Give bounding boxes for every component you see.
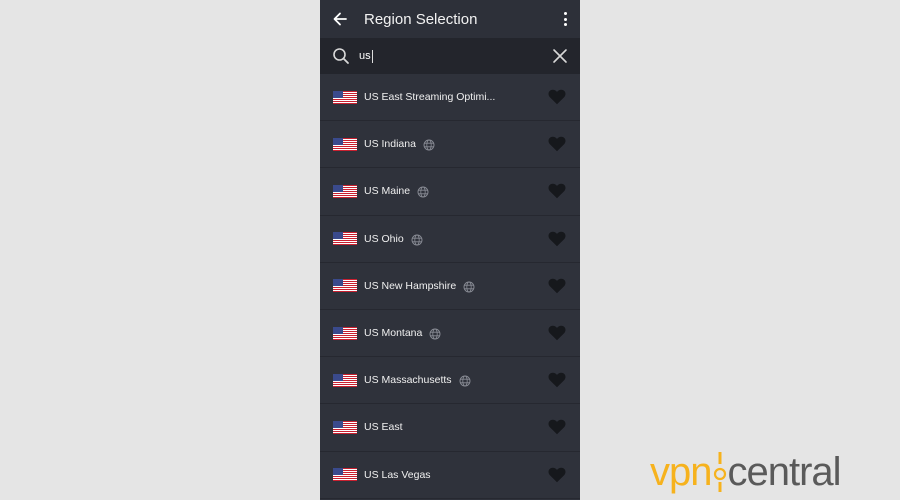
streaming-globe-icon <box>463 280 475 293</box>
page-title: Region Selection <box>364 10 478 28</box>
favorite-heart-icon[interactable] <box>548 278 566 294</box>
streaming-globe-icon <box>459 374 471 387</box>
us-flag-icon <box>333 232 357 246</box>
app-bar: Region Selection <box>320 0 580 38</box>
favorite-heart-icon[interactable] <box>548 89 566 105</box>
streaming-globe-icon <box>411 233 423 246</box>
region-row-1[interactable]: US East Streaming Optimi... <box>320 74 580 122</box>
region-row-2[interactable]: US Indiana <box>320 121 580 169</box>
region-row-5[interactable]: US New Hampshire <box>320 262 580 310</box>
region-row-9[interactable]: US Las Vegas <box>320 451 580 499</box>
watermark-vpn: vpn <box>650 449 712 494</box>
us-flag-icon <box>333 184 357 198</box>
close-icon[interactable] <box>552 48 568 64</box>
us-flag-icon <box>333 373 357 387</box>
region-row-7[interactable]: US Massachusetts <box>320 357 580 405</box>
favorite-heart-icon[interactable] <box>548 325 566 341</box>
us-flag-icon <box>333 326 357 340</box>
region-label: US East Streaming Optimi... <box>364 91 496 104</box>
region-label: US Indiana <box>364 138 416 151</box>
region-label: US New Hampshire <box>364 279 457 292</box>
more-vertical-icon[interactable] <box>560 11 570 27</box>
region-label: US Massachusetts <box>364 374 452 387</box>
region-label: US Maine <box>364 185 411 198</box>
region-row-3[interactable]: US Maine <box>320 168 580 216</box>
search-icon <box>332 47 350 65</box>
region-row-8[interactable]: US East <box>320 404 580 452</box>
us-flag-icon <box>333 137 357 151</box>
streaming-globe-icon <box>429 327 441 340</box>
region-row-6[interactable]: US Montana <box>320 309 580 358</box>
us-flag-icon <box>333 420 357 434</box>
favorite-heart-icon[interactable] <box>548 231 566 247</box>
phone-screen: Region Selection us US East Streaming Op… <box>320 0 580 500</box>
watermark-mark-icon <box>713 452 727 492</box>
favorite-heart-icon[interactable] <box>548 183 566 199</box>
text-caret <box>371 49 373 63</box>
favorite-heart-icon[interactable] <box>548 419 566 435</box>
search-bar: us <box>320 38 580 74</box>
vpncentral-watermark: vpn central <box>650 448 842 496</box>
region-label: US Las Vegas <box>364 468 431 481</box>
favorite-heart-icon[interactable] <box>548 372 566 388</box>
arrow-left-icon[interactable] <box>332 11 348 27</box>
search-input[interactable]: us <box>359 46 552 66</box>
us-flag-icon <box>333 279 357 293</box>
watermark-central: central <box>727 449 842 494</box>
streaming-globe-icon <box>423 138 435 151</box>
us-flag-icon <box>333 468 357 482</box>
streaming-globe-icon <box>417 185 429 198</box>
region-label: US East <box>364 421 403 434</box>
region-list: US East Streaming Optimi... US Indiana U… <box>320 74 580 499</box>
region-row-4[interactable]: US Ohio <box>320 215 580 263</box>
search-input-value: us <box>359 50 371 62</box>
region-label: US Ohio <box>364 232 404 245</box>
stage: Region Selection us US East Streaming Op… <box>0 0 900 500</box>
favorite-heart-icon[interactable] <box>548 467 566 483</box>
region-label: US Montana <box>364 327 423 340</box>
us-flag-icon <box>333 90 357 104</box>
favorite-heart-icon[interactable] <box>548 136 566 152</box>
